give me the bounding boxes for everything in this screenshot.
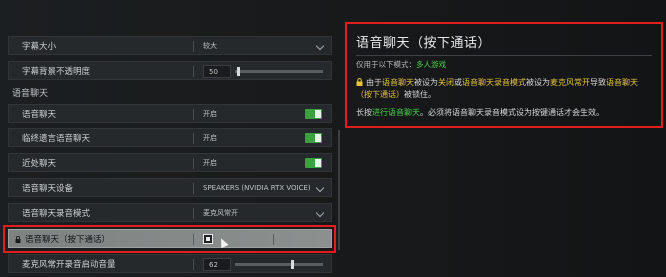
setting-row-last-words-voice-chat[interactable]: 临终遗言语音聊天 开启 xyxy=(8,128,332,147)
divider xyxy=(193,133,194,144)
section-header-voice-chat: 语音聊天 xyxy=(12,89,49,99)
setting-label: 麦克风常开录音启动音量 xyxy=(22,259,116,270)
red-highlight-box xyxy=(3,225,336,253)
settings-list: 字幕大小 较大 字幕背景不透明度 50 语音聊天 语音聊天 开启 临终遗言语音聊… xyxy=(0,0,340,277)
text-part: 由于 xyxy=(366,78,382,87)
setting-value: 开启 xyxy=(203,158,217,167)
setting-label: 字幕背景不透明度 xyxy=(22,66,91,77)
text-part: 被设为 xyxy=(414,78,438,87)
setting-row-open-mic-threshold[interactable]: 麦克风常开录音启动音量 62 xyxy=(8,254,332,273)
setting-value: 开启 xyxy=(203,133,217,142)
text-highlight: 麦克风常开 xyxy=(550,78,590,87)
setting-label: 近处聊天 xyxy=(22,158,57,169)
opacity-slider-track[interactable] xyxy=(235,70,323,73)
setting-row-voice-chat[interactable]: 语音聊天 开启 xyxy=(8,104,332,123)
divider xyxy=(193,109,194,120)
text-part: 长按 xyxy=(356,108,372,117)
setting-label: 临终遗言语音聊天 xyxy=(22,133,91,144)
opacity-slider-handle[interactable] xyxy=(237,67,240,76)
setting-label: 语音聊天设备 xyxy=(22,183,74,194)
toggle-switch[interactable] xyxy=(305,109,322,119)
divider xyxy=(193,183,194,194)
description-title: 语音聊天（按下通话） xyxy=(356,36,492,51)
setting-value: 较大 xyxy=(203,41,217,50)
setting-row-voice-chat-device[interactable]: 语音聊天设备 SPEAKERS (NVIDIA RTX VOICE) xyxy=(8,178,332,197)
lock-icon xyxy=(356,78,363,86)
threshold-slider-handle[interactable] xyxy=(291,260,294,269)
setting-label: 语音聊天录音模式 xyxy=(22,208,91,219)
mode-restriction: 仅用于以下模式：多人游戏 xyxy=(356,59,652,70)
lock-reason-text: 由于语音聊天被设为关闭或语音聊天录音模式被设为麦克风常开导致语音聊天（按下通话）… xyxy=(356,77,652,101)
divider xyxy=(193,41,194,52)
mode-value: 多人游戏 xyxy=(416,60,446,69)
setting-value: SPEAKERS (NVIDIA RTX VOICE) xyxy=(203,183,311,192)
setting-value: 开启 xyxy=(203,109,217,118)
toggle-switch[interactable] xyxy=(305,158,322,168)
text-part: 导致 xyxy=(590,78,606,87)
setting-row-proximity-chat[interactable]: 近处聊天 开启 xyxy=(8,153,332,172)
text-highlight: 关闭 xyxy=(438,78,454,87)
text-part: 被设为 xyxy=(526,78,550,87)
chevron-down-icon[interactable] xyxy=(315,41,325,51)
divider xyxy=(356,55,652,56)
text-highlight: 语音聊天录音模式 xyxy=(462,78,526,87)
text-part: 。必须将语音聊天录音模式设为按键通话才会生效。 xyxy=(420,108,604,117)
setting-row-subtitle-size[interactable]: 字幕大小 较大 xyxy=(8,36,332,55)
divider xyxy=(193,158,194,169)
threshold-slider-track[interactable] xyxy=(235,263,323,266)
text-highlight: 语音聊天 xyxy=(382,78,414,87)
setting-value: 麦克风常开 xyxy=(203,208,238,217)
settings-screen: 字幕大小 较大 字幕背景不透明度 50 语音聊天 语音聊天 开启 临终遗言语音聊… xyxy=(0,0,666,277)
opacity-value-box[interactable]: 50 xyxy=(203,65,231,78)
setting-label: 语音聊天 xyxy=(22,109,57,120)
setting-label: 字幕大小 xyxy=(22,41,57,52)
toggle-switch[interactable] xyxy=(305,133,322,143)
setting-row-voice-chat-record-mode[interactable]: 语音聊天录音模式 麦克风常开 xyxy=(8,203,332,222)
threshold-value-box[interactable]: 62 xyxy=(203,258,231,271)
hint-text: 长按进行语音聊天。必须将语音聊天录音模式设为按键通话才会生效。 xyxy=(356,107,652,119)
divider xyxy=(193,208,194,219)
text-highlight: 进行语音聊天 xyxy=(372,108,420,117)
setting-description-panel: 语音聊天（按下通话） 仅用于以下模式：多人游戏 由于语音聊天被设为关闭或语音聊天… xyxy=(345,22,663,128)
chevron-down-icon[interactable] xyxy=(315,208,325,218)
scrollbar[interactable] xyxy=(338,130,340,250)
divider xyxy=(193,66,194,77)
chevron-down-icon[interactable] xyxy=(315,183,325,193)
mode-prefix: 仅用于以下模式： xyxy=(356,60,416,69)
text-part: 或 xyxy=(454,78,462,87)
divider xyxy=(193,259,194,270)
text-part: 被锁住。 xyxy=(404,90,436,99)
setting-row-subtitle-bg-opacity[interactable]: 字幕背景不透明度 50 xyxy=(8,61,332,80)
